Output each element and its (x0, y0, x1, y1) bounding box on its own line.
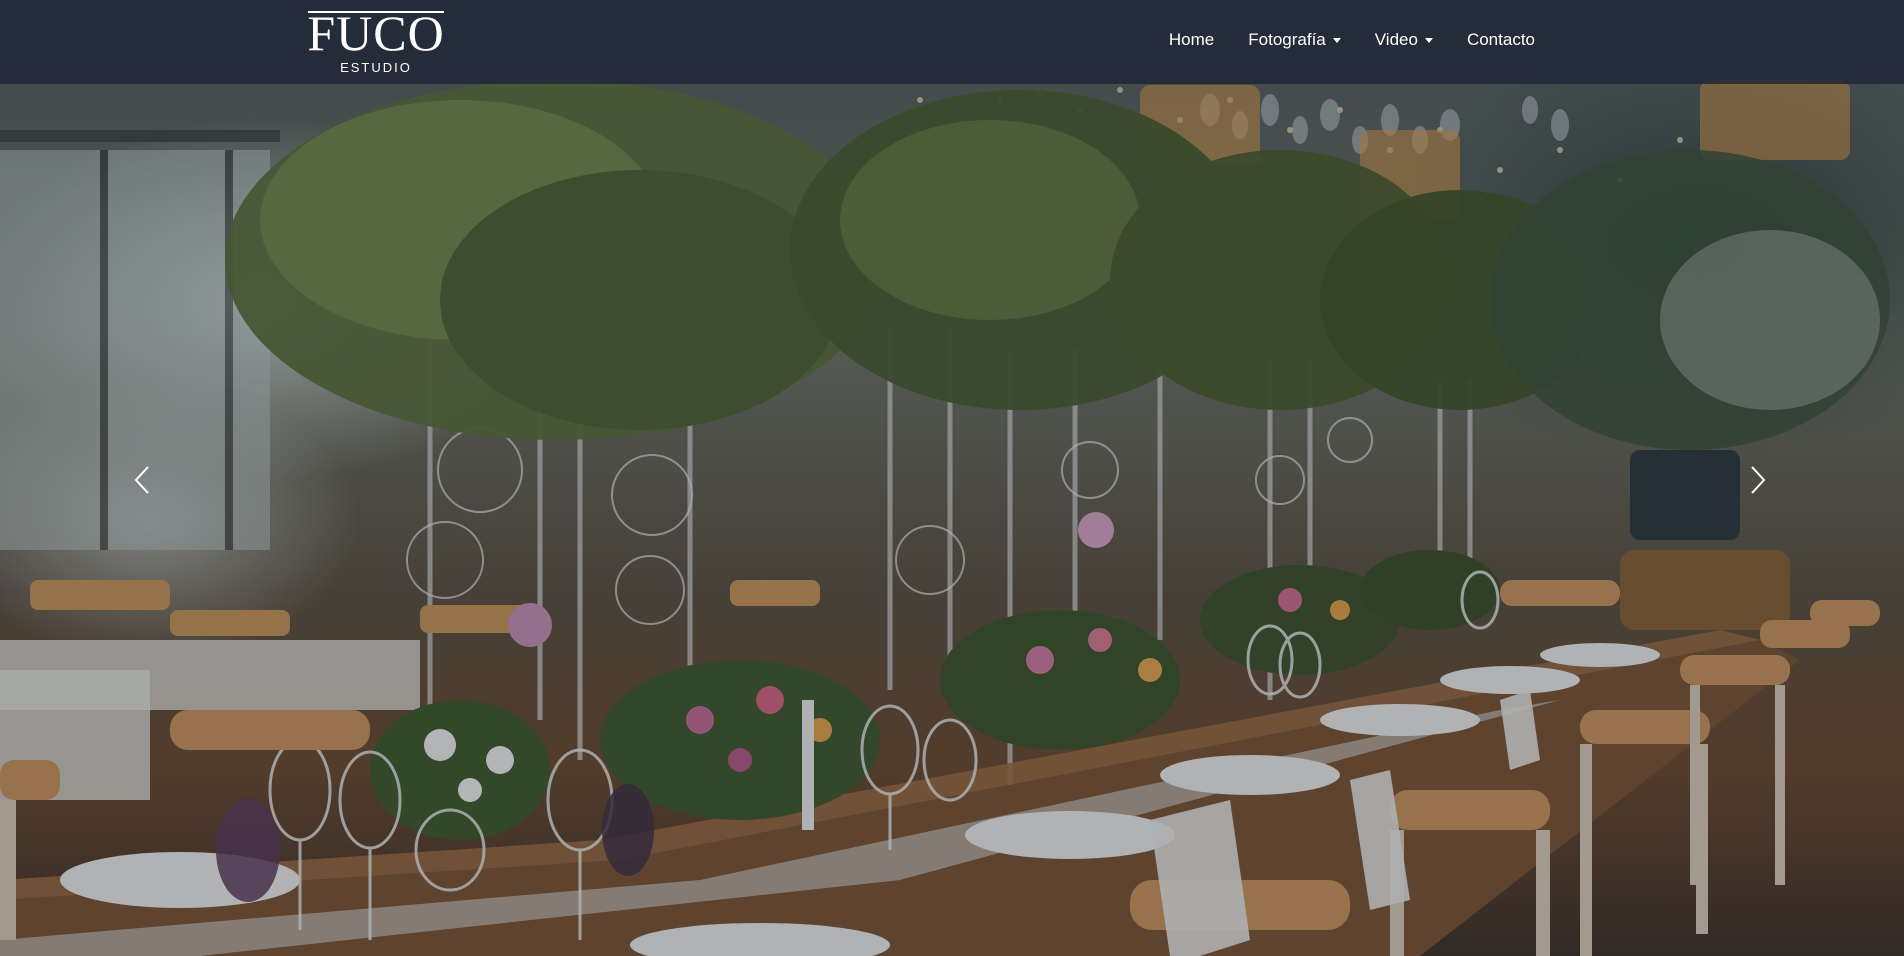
chevron-right-icon (1751, 466, 1766, 494)
nav-link-label: Home (1168, 30, 1215, 49)
carousel-next-button[interactable] (1728, 440, 1788, 520)
nav-link-label: Contacto (1466, 30, 1535, 49)
caret-down-icon (1332, 37, 1341, 43)
brand-subtitle: ESTUDIO (340, 60, 412, 75)
navbar: FUCO ESTUDIO Home Fotografía Video Conta… (0, 0, 1904, 84)
chevron-left-icon (134, 466, 149, 494)
nav-item-video: Video (1358, 28, 1450, 52)
hero-carousel-image (0, 0, 1904, 956)
brand-top-rule (308, 11, 444, 13)
carousel-prev-button[interactable] (112, 440, 172, 520)
nav-link-label: Fotografía (1248, 30, 1326, 49)
nav-dropdown-fotografia[interactable]: Fotografía (1231, 28, 1358, 52)
nav-dropdown-video[interactable]: Video (1358, 28, 1450, 52)
caret-down-icon (1424, 37, 1433, 43)
nav-menu: Home Fotografía Video Contacto (1152, 28, 1552, 52)
brand-name: FUCO (307, 5, 445, 61)
nav-item-home: Home (1152, 28, 1231, 52)
nav-link-home[interactable]: Home (1152, 28, 1231, 52)
nav-link-label: Video (1374, 30, 1418, 49)
nav-item-contacto: Contacto (1450, 28, 1552, 52)
brand-logo-link[interactable]: FUCO ESTUDIO (300, 5, 452, 75)
nav-link-contacto[interactable]: Contacto (1450, 28, 1552, 52)
nav-item-fotografia: Fotografía (1231, 28, 1358, 52)
hero-dark-overlay (0, 0, 1904, 956)
